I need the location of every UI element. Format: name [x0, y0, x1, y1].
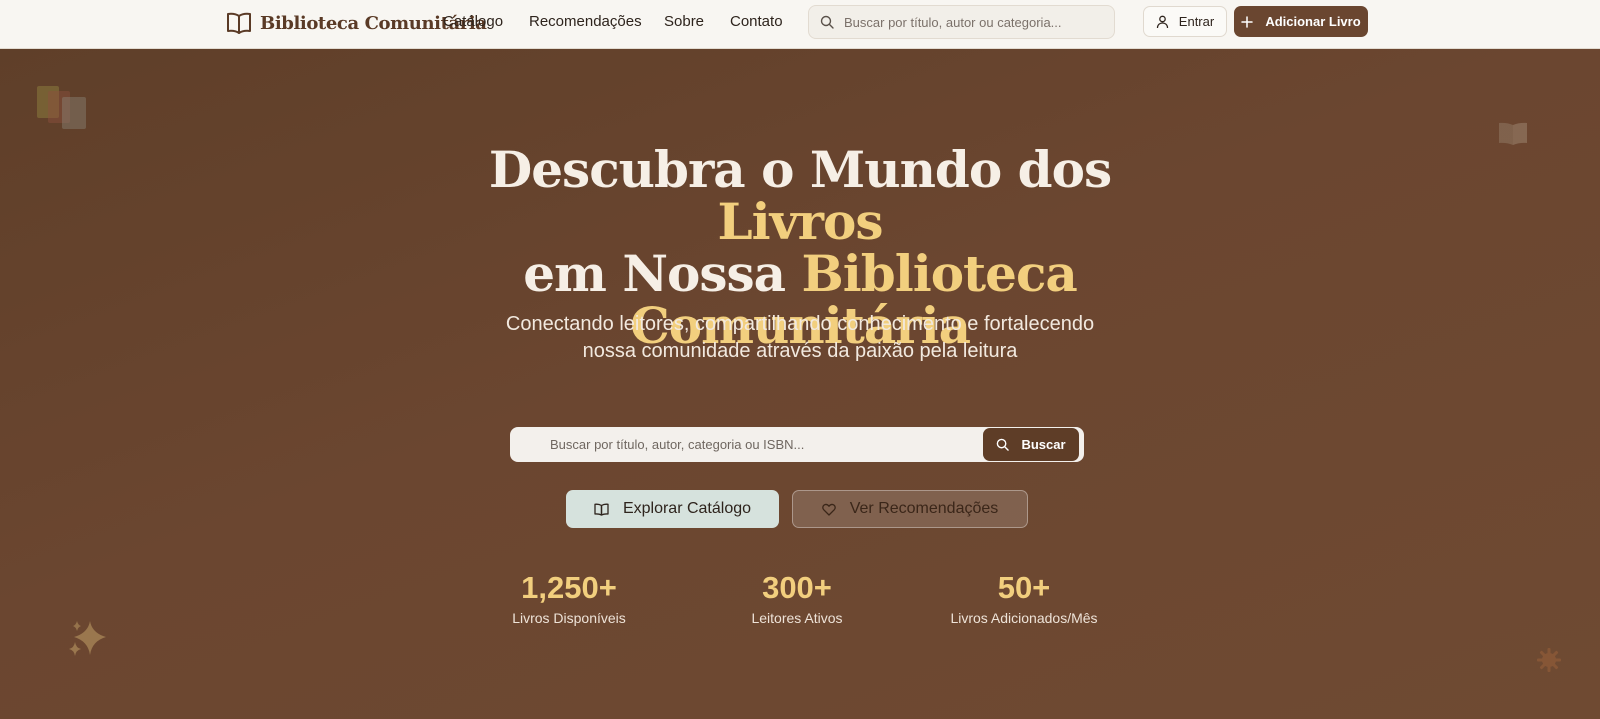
top-navbar: Biblioteca Comunitária Catálogo Recomend…	[0, 0, 1600, 49]
stat-value: 50+	[997, 570, 1051, 605]
user-icon	[1156, 15, 1168, 28]
nav-search-input[interactable]	[844, 14, 1104, 30]
stat-books-added-month: 50+ Livros Adicionados/Mês	[924, 569, 1124, 626]
open-book-icon	[1499, 122, 1527, 145]
stat-label: Livros Adicionados/Mês	[950, 610, 1098, 626]
gear-icon	[1537, 648, 1561, 672]
nav-link-catalogo[interactable]: Catálogo	[443, 13, 503, 30]
hero-search-input[interactable]	[550, 427, 970, 462]
sparkles-icon	[69, 621, 106, 656]
search-icon	[820, 15, 834, 29]
books-stack-icon	[37, 86, 86, 129]
heart-icon	[821, 503, 836, 516]
stat-active-readers: 300+ Leitores Ativos	[697, 569, 897, 626]
stat-label: Livros Disponíveis	[512, 610, 626, 626]
search-icon	[997, 438, 1010, 451]
add-book-button[interactable]: Adicionar Livro	[1234, 6, 1368, 37]
explore-catalog-button[interactable]: Explorar Catálogo	[566, 490, 779, 528]
login-label: Entrar	[1178, 14, 1215, 29]
headline-text-1: Descubra o Mundo dos	[488, 140, 1112, 199]
book-icon	[594, 503, 609, 516]
explore-catalog-label: Explorar Catálogo	[622, 500, 752, 517]
view-recommendations-label: Ver Recomendações	[849, 500, 999, 517]
hero-search-button-label: Buscar	[1021, 437, 1066, 452]
hero-search-button[interactable]: Buscar	[983, 428, 1079, 461]
headline-highlight-biblioteca: Biblioteca	[801, 244, 1077, 303]
stat-label: Leitores Ativos	[751, 610, 843, 626]
nav-link-recomendacoes[interactable]: Recomendações	[529, 13, 642, 30]
login-button[interactable]: Entrar	[1143, 6, 1227, 37]
hero-subtitle: Conectando leitores, compartilhando conh…	[505, 313, 1095, 362]
nav-search-box	[808, 5, 1115, 39]
open-book-icon	[227, 12, 251, 34]
add-book-label: Adicionar Livro	[1265, 14, 1361, 29]
nav-link-contato[interactable]: Contato	[730, 13, 783, 30]
hero-search-box: Buscar	[510, 427, 1084, 462]
plus-icon	[1241, 15, 1254, 28]
hero-section: Descubra o Mundo dos Livros em Nossa Bib…	[0, 49, 1600, 719]
stat-value: 1,250+	[521, 570, 617, 605]
headline-text-2: em Nossa	[523, 244, 802, 303]
headline-highlight-livros: Livros	[717, 192, 883, 251]
view-recommendations-button[interactable]: Ver Recomendações	[792, 490, 1028, 528]
stat-value: 300+	[762, 570, 832, 605]
stat-books-available: 1,250+ Livros Disponíveis	[469, 569, 669, 626]
nav-link-sobre[interactable]: Sobre	[664, 13, 704, 30]
